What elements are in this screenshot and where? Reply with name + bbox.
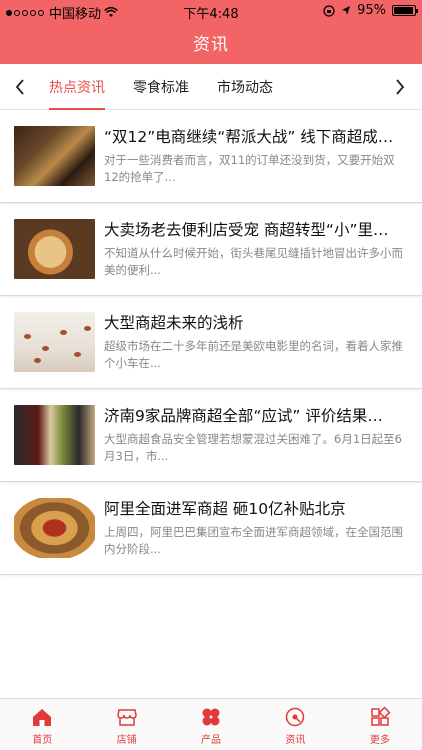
chevron-left-icon[interactable] [8, 76, 32, 98]
tab-label: 热点资讯 [49, 80, 105, 96]
article-summary: 对于一些消费者而言，双11的订单还没到货，又要开始双12的抢单了... [104, 153, 395, 184]
page-title: 资讯 [193, 34, 229, 55]
article-title: 大卖场老去便利店受宠 商超转型“小”里… [104, 221, 389, 239]
home-icon [33, 709, 52, 726]
nav-label: 更多 [369, 735, 390, 746]
chevron-right-icon[interactable] [388, 76, 412, 98]
active-tab-underline [49, 108, 105, 110]
product-icon [202, 708, 220, 726]
tab-hot-news[interactable]: 热点资讯 [49, 64, 105, 110]
news-icon [286, 707, 305, 727]
location-icon [342, 6, 351, 15]
article-item[interactable]: 阿里全面进军商超 砸10亿补贴北京 上周四，阿里巴巴集团宣布全面进军商超领域，在… [0, 483, 422, 575]
article-title: 阿里全面进军商超 砸10亿补贴北京 [104, 500, 346, 518]
nav-label: 产品 [201, 735, 222, 746]
tab-label: 零食标准 [133, 80, 189, 96]
bottom-nav: 首页 店铺 产品 资讯 更多 [0, 698, 422, 750]
nav-more[interactable]: 更多 [338, 699, 422, 750]
nav-home[interactable]: 首页 [0, 699, 84, 750]
article-item[interactable]: 济南9家品牌商超全部“应试” 评价结果… 大型商超食品安全管理若想蒙混过关困难了… [0, 390, 422, 482]
article-thumbnail [14, 219, 95, 279]
article-summary: 超级市场在二十多年前还是美欧电影里的名词，看着人家推个小车在... [104, 339, 403, 370]
nav-label: 首页 [32, 735, 53, 746]
article-thumbnail [14, 405, 95, 465]
tab-snack-standards[interactable]: 零食标准 [133, 64, 189, 110]
article-item[interactable]: 大卖场老去便利店受宠 商超转型“小”里… 不知道从什么时候开始，街头巷尾见缝插针… [0, 204, 422, 296]
article-thumbnail [14, 312, 95, 372]
article-summary: 上周四，阿里巴巴集团宣布全面进军商超领域，在全国范围内分阶段... [104, 525, 403, 556]
battery-percent: 95% [357, 3, 386, 18]
article-item[interactable]: “双12”电商继续“帮派大战” 线下商超成… 对于一些消费者而言，双11的订单还… [0, 111, 422, 203]
tab-market-trends[interactable]: 市场动态 [217, 64, 273, 110]
battery-level [394, 7, 413, 14]
status-bar: 中国移动 下午4:48 95% [0, 0, 422, 22]
article-summary: 大型商超食品安全管理若想蒙混过关困难了。6月1日起至6月3日，市... [104, 432, 402, 463]
nav-label: 店铺 [116, 735, 137, 746]
nav-news[interactable]: 资讯 [253, 699, 337, 750]
article-item[interactable]: 大型商超未来的浅析 超级市场在二十多年前还是美欧电影里的名词，看着人家推个小车在… [0, 297, 422, 389]
status-right: 95% [323, 3, 418, 18]
app-header: 资讯 [0, 20, 422, 64]
rotation-lock-icon [323, 4, 335, 17]
article-title: “双12”电商继续“帮派大战” 线下商超成… [104, 128, 394, 146]
tab-label: 市场动态 [217, 80, 273, 96]
article-summary: 不知道从什么时候开始，街头巷尾见缝插针地冒出许多小而美的便利... [104, 246, 403, 277]
store-icon [116, 709, 137, 726]
nav-store[interactable]: 店铺 [84, 699, 168, 750]
category-tabs: 热点资讯 零食标准 市场动态 [0, 64, 422, 110]
article-title: 大型商超未来的浅析 [104, 314, 244, 332]
more-icon [371, 706, 391, 726]
article-thumbnail [14, 126, 95, 186]
nav-label: 资讯 [285, 735, 306, 746]
article-title: 济南9家品牌商超全部“应试” 评价结果… [104, 407, 383, 425]
battery-icon [392, 5, 418, 16]
article-thumbnail [14, 498, 95, 558]
article-list: “双12”电商继续“帮派大战” 线下商超成… 对于一些消费者而言，双11的订单还… [0, 111, 422, 575]
nav-product[interactable]: 产品 [169, 699, 253, 750]
